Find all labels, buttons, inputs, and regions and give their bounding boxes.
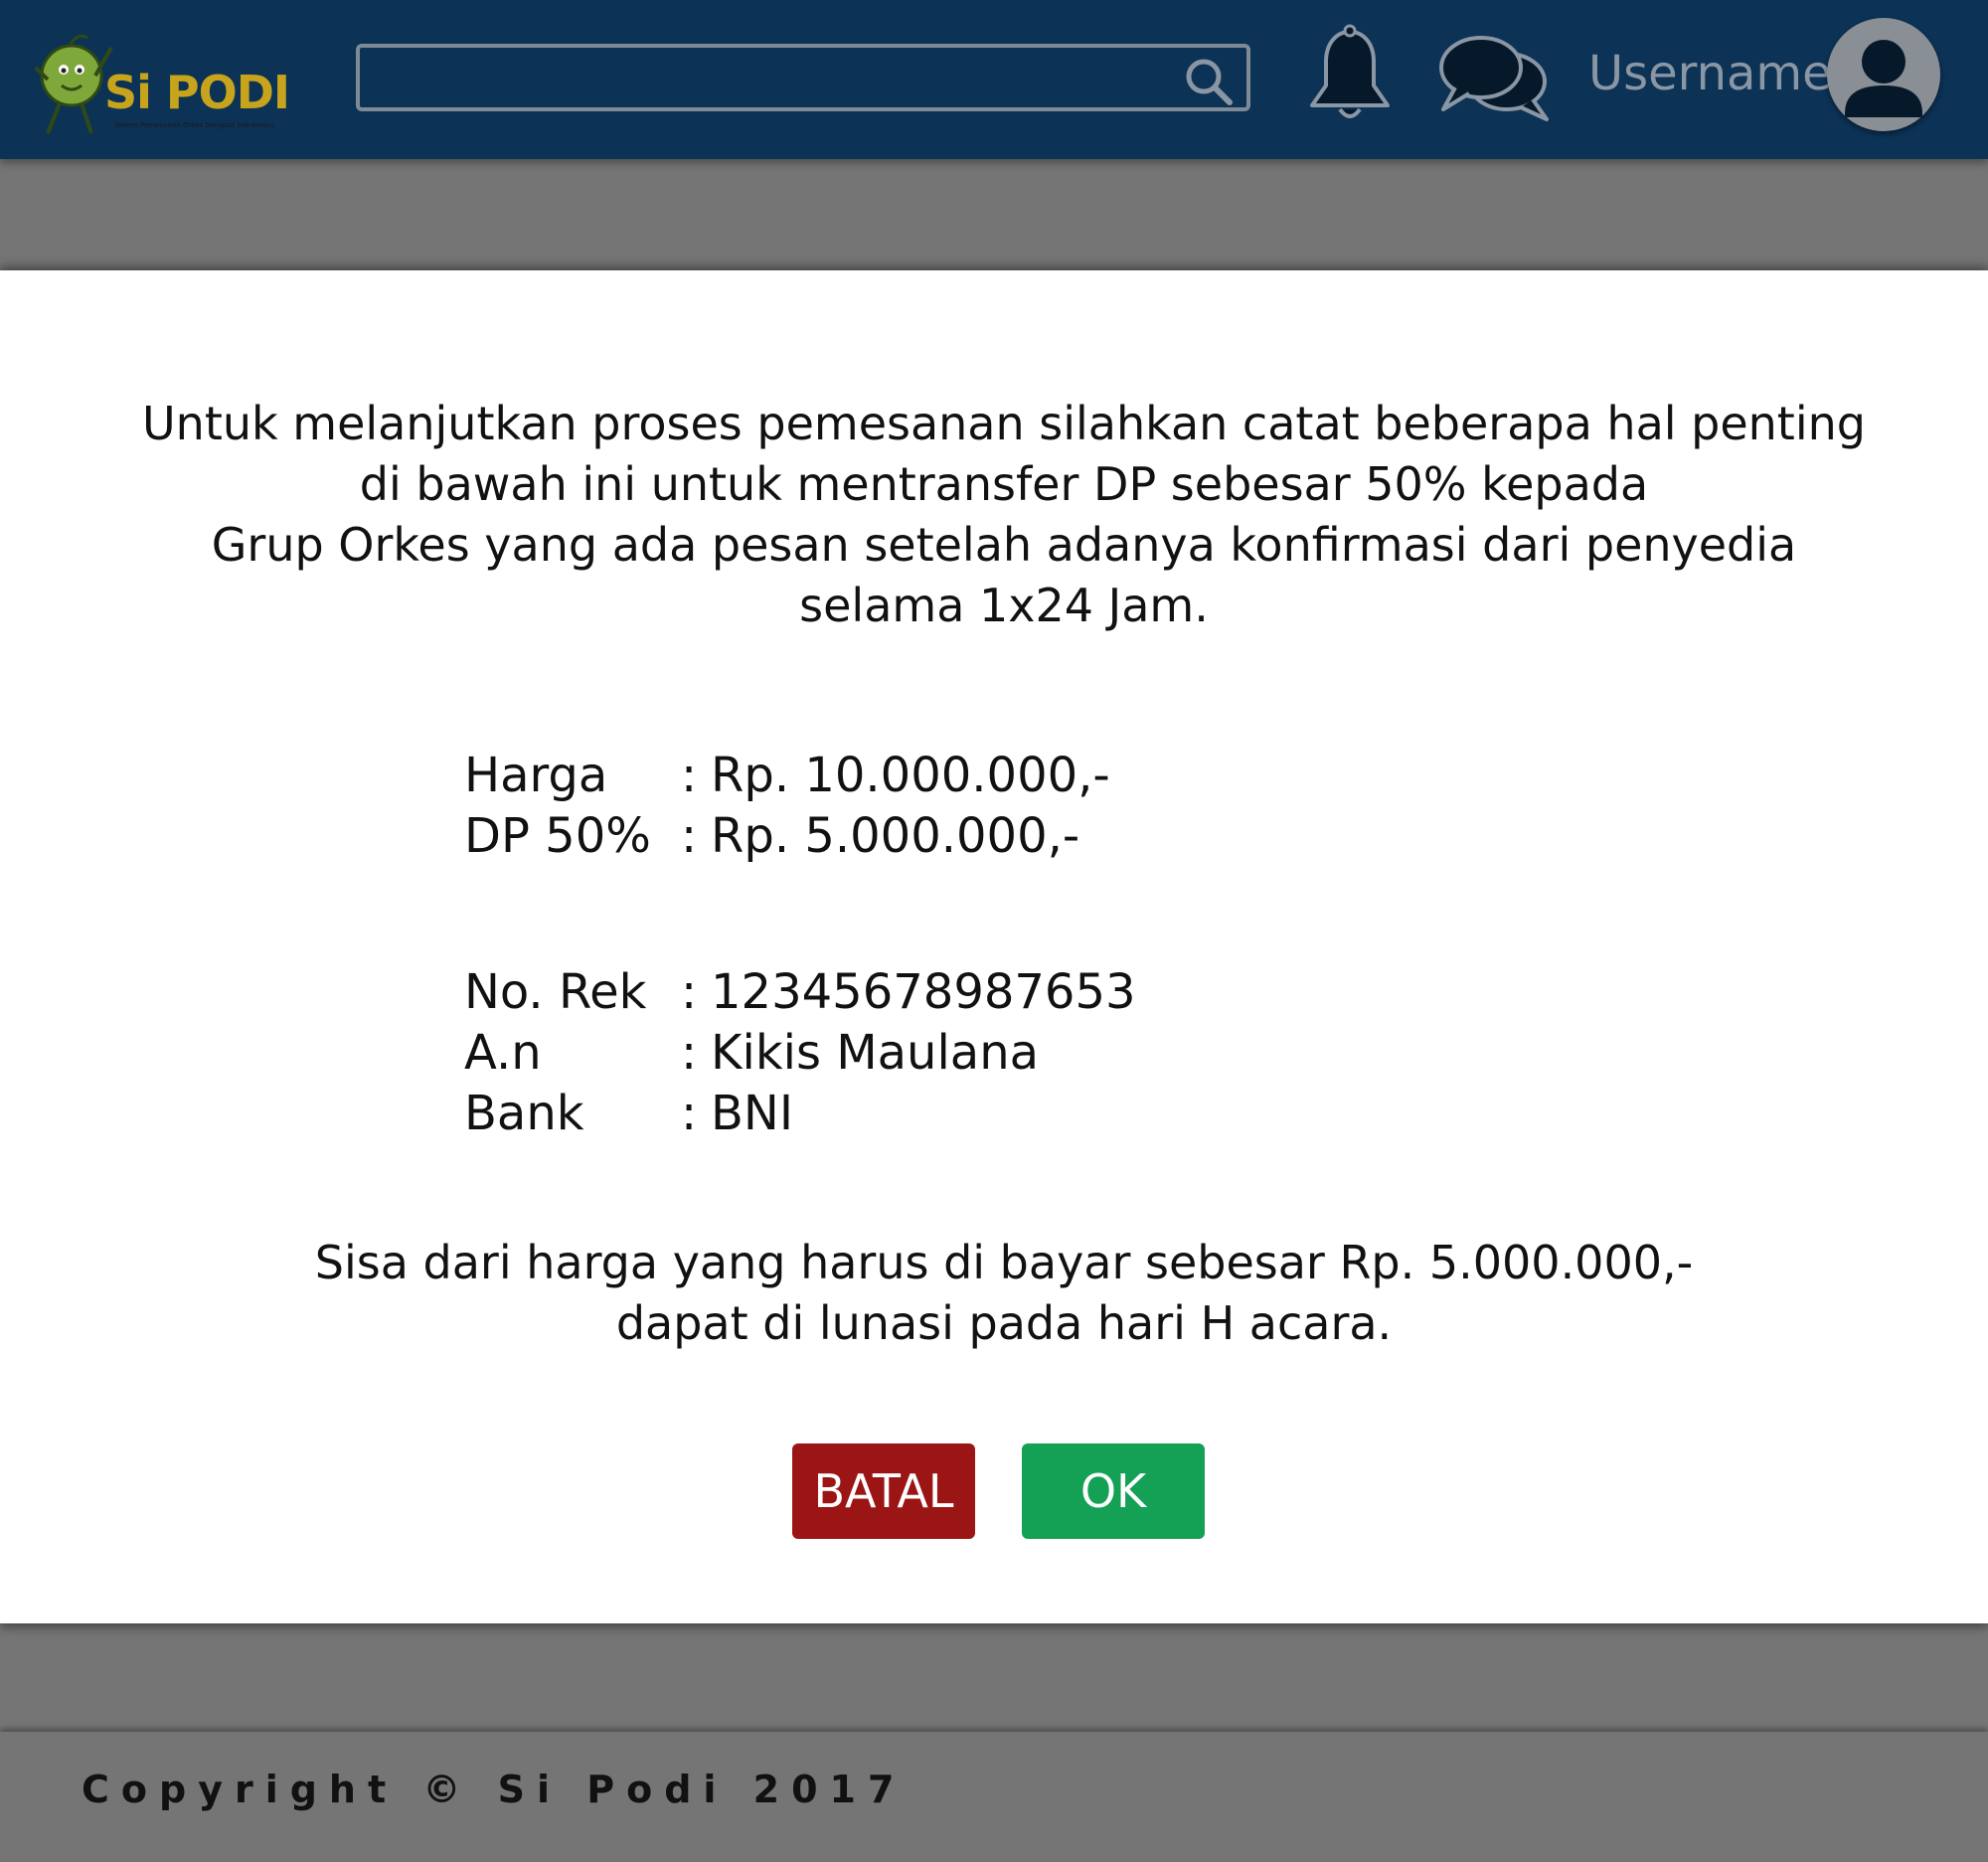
intro-line: Grup Orkes yang ada pesan setelah adanya… [211,518,1797,572]
bank-value: BNI [711,1086,793,1141]
search-icon[interactable] [1183,56,1235,107]
chat-icon[interactable] [1435,30,1553,125]
account-number-row: No. Rek : 12345678987653 [464,962,1136,1023]
intro-line: Untuk melanjutkan proses pemesanan silah… [142,397,1866,450]
separator: : [681,748,698,803]
ok-button[interactable]: OK [1022,1443,1205,1539]
intro-line: di bawah ini untuk mentransfer DP sebesa… [359,457,1649,511]
account-number-value: 12345678987653 [711,964,1136,1020]
search-input[interactable] [370,54,1149,103]
dp-row: DP 50% : Rp. 5.000.000,- [464,806,1110,867]
cancel-button[interactable]: BATAL [792,1443,975,1539]
bank-label: Bank [464,1086,584,1141]
search-bar[interactable] [356,44,1250,111]
footer: Copyright © Si Podi 2017 [0,1732,1988,1862]
logo-subtitle: Sistem Pemesanan Orkes Dangdut Indramayu [114,121,275,129]
separator: : [681,964,698,1020]
account-name-label: A.n [464,1025,542,1081]
outro-line: Sisa dari harga yang harus di bayar sebe… [314,1236,1694,1289]
copyright-text: Copyright © Si Podi 2017 [82,1768,907,1811]
payment-info-dialog: Untuk melanjutkan proses pemesanan silah… [0,270,1988,1623]
si-podi-logo[interactable]: Si PODI Sistem Pemesanan Orkes Dangdut I… [30,18,313,142]
dialog-outro-text: Sisa dari harga yang harus di bayar sebe… [139,1233,1869,1354]
bank-details: No. Rek : 12345678987653 A.n : Kikis Mau… [464,962,1136,1144]
username-label[interactable]: Username [1588,46,1832,101]
separator: : [681,1025,698,1081]
account-name-row: A.n : Kikis Maulana [464,1023,1136,1084]
avatar-icon [1845,40,1922,117]
separator: : [681,1086,698,1141]
dialog-intro-text: Untuk melanjutkan proses pemesanan silah… [139,394,1869,636]
price-row: Harga : Rp. 10.000.000,- [464,746,1110,806]
account-number-label: No. Rek [464,964,647,1020]
price-value: Rp. 10.000.000,- [711,748,1110,803]
bank-row: Bank : BNI [464,1084,1136,1144]
logo-title: Si PODI [104,66,290,119]
price-label: Harga [464,748,608,803]
bell-icon[interactable] [1300,24,1400,128]
intro-line: selama 1x24 Jam. [799,579,1209,632]
dp-value: Rp. 5.000.000,- [711,808,1080,864]
top-navbar: Si PODI Sistem Pemesanan Orkes Dangdut I… [0,0,1988,159]
account-name-value: Kikis Maulana [711,1025,1040,1081]
avatar[interactable] [1827,18,1940,131]
outro-line: dapat di lunasi pada hari H acara. [615,1296,1393,1350]
separator: : [681,808,698,864]
dp-label: DP 50% [464,808,651,864]
price-details: Harga : Rp. 10.000.000,- DP 50% : Rp. 5.… [464,746,1110,867]
